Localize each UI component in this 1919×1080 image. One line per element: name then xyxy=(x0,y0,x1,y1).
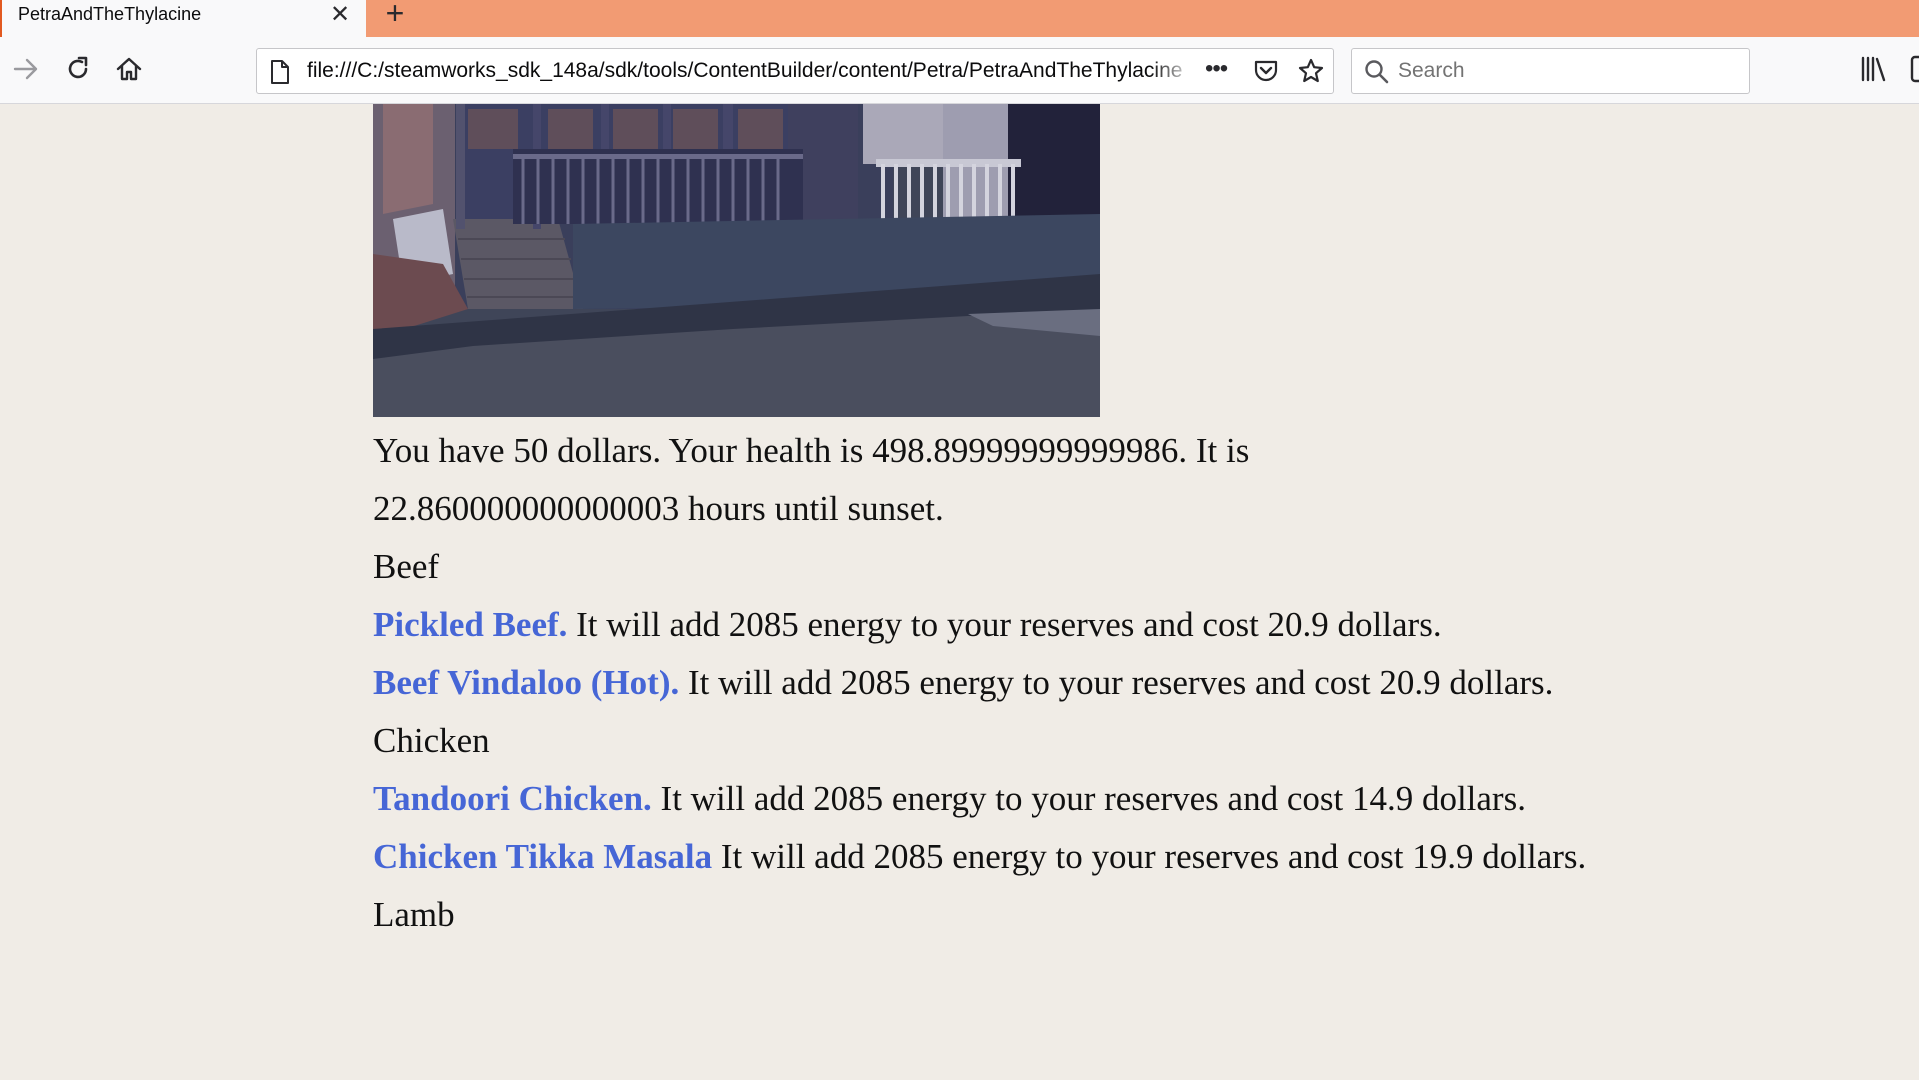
menu-item: Tandoori Chicken. It will add 2085 energ… xyxy=(373,770,1773,828)
url-text[interactable]: file:///C:/steamworks_sdk_148a/sdk/tools… xyxy=(307,59,1195,83)
menu-item-description: It will add 2085 energy to your reserves… xyxy=(679,663,1554,702)
plus-icon[interactable]: + xyxy=(380,0,410,30)
menu-item: Beef Vindaloo (Hot). It will add 2085 en… xyxy=(373,654,1773,712)
search-icon xyxy=(1364,59,1390,90)
section-heading: Beef xyxy=(373,547,440,586)
browser-tab[interactable]: PetraAndTheThylacine ✕ xyxy=(0,0,366,37)
menu-item-link[interactable]: Pickled Beef. xyxy=(373,605,567,644)
menu-item: Chicken Tikka Masala It will add 2085 en… xyxy=(373,828,1773,886)
story-text: You have 50 dollars. Your health is 498.… xyxy=(373,422,1773,944)
menu-item-description: It will add 2085 energy to your reserves… xyxy=(567,605,1442,644)
search-input[interactable] xyxy=(1398,49,1738,93)
section-heading: Chicken xyxy=(373,721,490,760)
library-icon[interactable] xyxy=(1860,55,1888,88)
reload-icon[interactable] xyxy=(62,53,94,85)
tab-title: PetraAndTheThylacine xyxy=(18,4,202,24)
forward-arrow-icon[interactable] xyxy=(10,53,42,85)
bookmark-star-icon[interactable] xyxy=(1297,57,1325,90)
close-icon[interactable]: ✕ xyxy=(328,2,352,28)
menu-item-link[interactable]: Tandoori Chicken. xyxy=(373,779,652,818)
menu-item-link[interactable]: Beef Vindaloo (Hot). xyxy=(373,663,679,702)
status-text: You have 50 dollars. Your health is 498.… xyxy=(373,431,1250,528)
pocket-icon[interactable] xyxy=(1253,58,1279,89)
section-heading: Lamb xyxy=(373,895,455,934)
menu-item-description: It will add 2085 energy to your reserves… xyxy=(712,837,1587,876)
search-bar[interactable] xyxy=(1351,48,1750,94)
navigation-toolbar: file:///C:/steamworks_sdk_148a/sdk/tools… xyxy=(0,37,1919,104)
tab-strip: PetraAndTheThylacine ✕ + xyxy=(0,0,1919,37)
page-icon[interactable] xyxy=(269,59,291,90)
home-icon[interactable] xyxy=(113,53,145,85)
page-content: You have 50 dollars. Your health is 498.… xyxy=(0,104,1919,1080)
url-bar[interactable]: file:///C:/steamworks_sdk_148a/sdk/tools… xyxy=(256,48,1334,94)
menu-item-link[interactable]: Chicken Tikka Masala xyxy=(373,837,712,876)
scene-illustration xyxy=(373,104,1100,417)
page-actions-more-icon[interactable]: ••• xyxy=(1205,55,1228,83)
menu-item: Pickled Beef. It will add 2085 energy to… xyxy=(373,596,1773,654)
sidebar-icon[interactable] xyxy=(1910,55,1919,83)
menu-item-description: It will add 2085 energy to your reserves… xyxy=(651,779,1526,818)
